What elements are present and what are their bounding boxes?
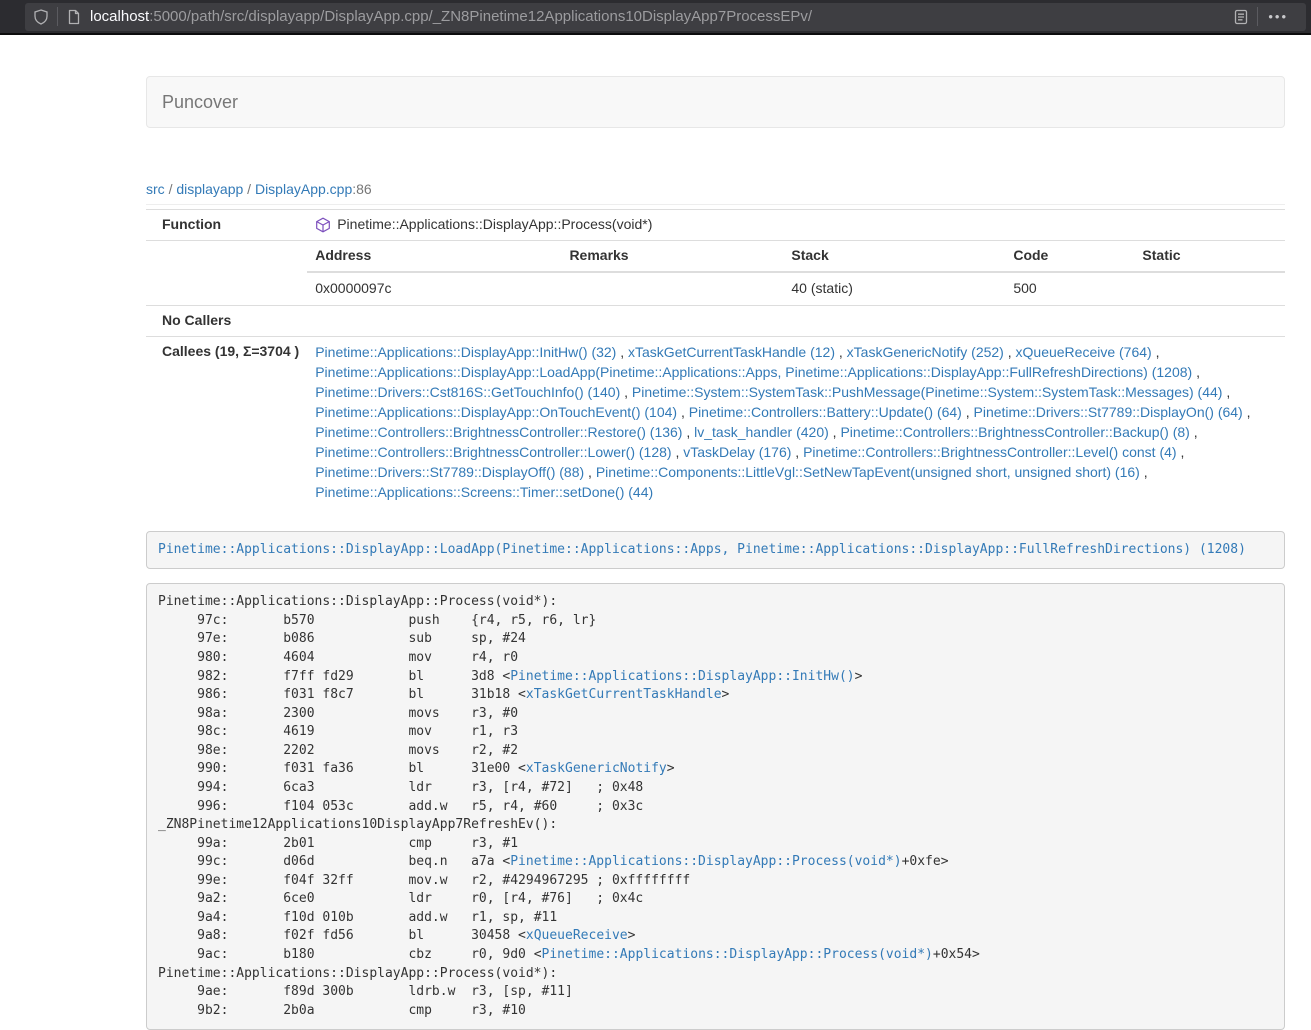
assembly-listing: Pinetime::Applications::DisplayApp::Proc… (146, 583, 1285, 1030)
shield-icon[interactable] (33, 9, 49, 25)
cell-static (1134, 272, 1285, 305)
callee-link[interactable]: Pinetime::Drivers::St7789::DisplayOn() (… (974, 404, 1243, 420)
symbol-cube-icon (315, 217, 331, 233)
callee-link[interactable]: xTaskGetCurrentTaskHandle (12) (628, 344, 835, 360)
callee-link[interactable]: Pinetime::Drivers::St7789::DisplayOff() … (315, 464, 584, 480)
asm-symbol-link[interactable]: Pinetime::Applications::DisplayApp::Proc… (542, 947, 933, 962)
page-info-icon[interactable] (66, 9, 82, 25)
stats-data-row: 0x0000097c 40 (static) 500 (307, 272, 1285, 305)
function-row: Function Pinetime::Applications::Display… (146, 209, 1285, 240)
callees-list: Pinetime::Applications::DisplayApp::Init… (307, 336, 1285, 508)
callee-link[interactable]: Pinetime::Applications::DisplayApp::Load… (315, 364, 1192, 380)
callee-link[interactable]: Pinetime::Controllers::BrightnessControl… (803, 444, 1176, 460)
breadcrumb-link-file[interactable]: DisplayApp.cpp (255, 181, 352, 197)
function-label: Function (146, 209, 307, 240)
cell-address: 0x0000097c (307, 272, 561, 305)
url-path: :5000/path/src/displayapp/DisplayApp.cpp… (149, 8, 812, 25)
function-table: Function Pinetime::Applications::Display… (146, 209, 1285, 509)
callee-link[interactable]: Pinetime::Controllers::BrightnessControl… (315, 444, 671, 460)
col-static: Static (1134, 241, 1285, 272)
callee-link[interactable]: xTaskGenericNotify (252) (847, 344, 1004, 360)
toolbar-divider (57, 7, 58, 26)
col-code: Code (1005, 241, 1134, 272)
col-stack: Stack (783, 241, 1005, 272)
callee-link[interactable]: Pinetime::Applications::Screens::Timer::… (315, 484, 653, 500)
reader-mode-icon[interactable] (1233, 9, 1249, 25)
breadcrumb: src / displayapp / DisplayApp.cpp:86 (146, 180, 1285, 200)
function-name: Pinetime::Applications::DisplayApp::Proc… (337, 215, 652, 235)
col-address: Address (307, 241, 561, 272)
cell-code: 500 (1005, 272, 1134, 305)
asm-symbol-link[interactable]: xTaskGetCurrentTaskHandle (526, 687, 722, 702)
divider-rule (146, 204, 1285, 205)
callee-link[interactable]: Pinetime::Applications::DisplayApp::Init… (315, 344, 616, 360)
cell-remarks (561, 272, 783, 305)
url-text[interactable]: localhost:5000/path/src/displayapp/Displ… (90, 6, 1233, 27)
no-callers-row: No Callers (146, 305, 1285, 336)
brand-link[interactable]: Puncover (147, 77, 253, 127)
callee-link[interactable]: Pinetime::Drivers::Cst816S::GetTouchInfo… (315, 384, 620, 400)
callee-link[interactable]: Pinetime::Controllers::Battery::Update()… (689, 404, 962, 420)
callee-link[interactable]: lv_task_handler (420) (694, 424, 829, 440)
highlighted-symbol-block: Pinetime::Applications::DisplayApp::Load… (146, 531, 1285, 570)
breadcrumb-separator: / (247, 181, 251, 197)
cell-stack: 40 (static) (783, 272, 1005, 305)
menu-dots-icon[interactable]: ••• (1266, 9, 1298, 25)
url-host: localhost (90, 8, 149, 25)
breadcrumb-link-displayapp[interactable]: displayapp (176, 181, 243, 197)
col-remarks: Remarks (561, 241, 783, 272)
browser-toolbar: localhost:5000/path/src/displayapp/Displ… (0, 0, 1311, 35)
callee-link[interactable]: Pinetime::Controllers::BrightnessControl… (315, 424, 682, 440)
callee-link[interactable]: xQueueReceive (764) (1016, 344, 1152, 360)
asm-symbol-link[interactable]: Pinetime::Applications::DisplayApp::Init… (510, 669, 854, 684)
callee-link[interactable]: Pinetime::Components::LittleVgl::SetNewT… (596, 464, 1140, 480)
callee-link[interactable]: Pinetime::Controllers::BrightnessControl… (840, 424, 1189, 440)
asm-symbol-link[interactable]: xQueueReceive (526, 928, 628, 943)
url-bar[interactable]: localhost:5000/path/src/displayapp/Displ… (25, 3, 1306, 31)
callees-row: Callees (19, Σ=3704 ) Pinetime::Applicat… (146, 336, 1285, 508)
no-callers-label: No Callers (146, 305, 307, 336)
asm-symbol-link[interactable]: xTaskGenericNotify (526, 761, 667, 776)
stats-table: Address Remarks Stack Code Static 0x0000… (307, 241, 1285, 305)
stats-row: Address Remarks Stack Code Static 0x0000… (146, 240, 1285, 305)
page-container: Puncover src / displayapp / DisplayApp.c… (146, 35, 1285, 1030)
breadcrumb-link-src[interactable]: src (146, 181, 165, 197)
callee-link[interactable]: Pinetime::Applications::DisplayApp::OnTo… (315, 404, 677, 420)
callees-label: Callees (19, Σ=3704 ) (146, 336, 307, 508)
stats-header-row: Address Remarks Stack Code Static (307, 241, 1285, 272)
breadcrumb-separator: / (169, 181, 173, 197)
callee-link[interactable]: vTaskDelay (176) (683, 444, 791, 460)
callee-link[interactable]: Pinetime::System::SystemTask::PushMessag… (632, 384, 1223, 400)
highlighted-symbol-link[interactable]: Pinetime::Applications::DisplayApp::Load… (158, 542, 1246, 557)
navbar: Puncover (146, 76, 1285, 128)
breadcrumb-line-number: :86 (352, 181, 371, 197)
asm-symbol-link[interactable]: Pinetime::Applications::DisplayApp::Proc… (510, 854, 901, 869)
toolbar-divider (1257, 7, 1258, 26)
